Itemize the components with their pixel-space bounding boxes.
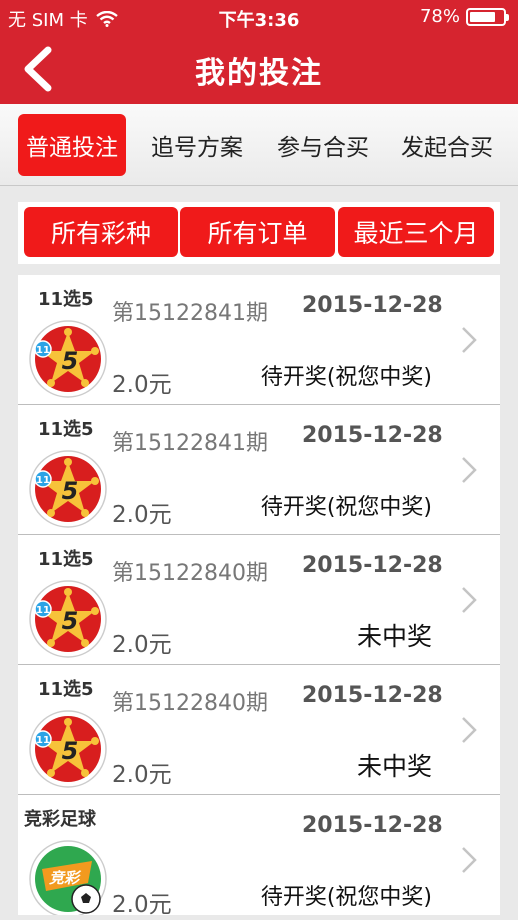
bet-amount: 2.0元 (112, 502, 172, 528)
order-date: 2015-12-28 (302, 293, 443, 318)
battery-icon (466, 7, 509, 26)
bet-amount: 2.0元 (112, 762, 172, 788)
order-row[interactable]: 11选5 第15122840期 2015-12-28 11 5 2.0元 未中奖 (18, 665, 500, 795)
issue-number: 第15122840期 (112, 691, 268, 716)
order-date: 2015-12-28 (302, 423, 443, 448)
game-name: 竞彩足球 (24, 809, 96, 830)
order-row[interactable]: 竞彩足球 2015-12-28 竞彩 2.0元 待开奖(祝您中奖) (18, 795, 500, 915)
issue-number: 第15122841期 (112, 301, 268, 326)
chevron-right-icon (462, 327, 477, 353)
tab-start-group-buy[interactable]: 发起合买 (388, 114, 506, 176)
order-status: 未中奖 (356, 622, 432, 651)
bet-amount: 2.0元 (112, 892, 172, 915)
svg-text:5: 5 (62, 347, 79, 375)
game-name: 11选5 (38, 679, 94, 700)
issue-number: 第15122841期 (112, 431, 268, 456)
game-name: 11选5 (38, 289, 94, 310)
jingcai-football-logo-icon: 竞彩 (29, 840, 107, 915)
filter-time-range[interactable]: 最近三个月 (338, 207, 494, 257)
chevron-right-icon (462, 847, 477, 873)
svg-text:11: 11 (36, 475, 50, 486)
order-row[interactable]: 11选5 第15122841期 2015-12-28 11 5 2.0元 待开奖… (18, 405, 500, 535)
order-status: 待开奖(祝您中奖) (260, 365, 432, 390)
order-date: 2015-12-28 (302, 813, 443, 838)
order-status: 未中奖 (356, 752, 432, 781)
svg-text:11: 11 (36, 605, 50, 616)
svg-text:竞彩: 竞彩 (49, 869, 82, 887)
bet-amount: 2.0元 (112, 632, 172, 658)
order-status: 待开奖(祝您中奖) (260, 495, 432, 520)
11x5-logo-icon: 11 5 (29, 450, 107, 528)
filter-bar: 所有彩种 所有订单 最近三个月 (18, 202, 500, 264)
11x5-logo-icon: 11 5 (29, 320, 107, 398)
svg-text:11: 11 (36, 735, 50, 746)
tab-bar: 普通投注 追号方案 参与合买 发起合买 (0, 104, 518, 186)
11x5-logo-icon: 11 5 (29, 580, 107, 658)
top-bar: 无 SIM 卡 下午3:36 78% 我的投注 (0, 0, 518, 104)
chevron-right-icon (462, 457, 477, 483)
order-status: 待开奖(祝您中奖) (260, 885, 432, 910)
chevron-right-icon (462, 717, 477, 743)
page-title: 我的投注 (195, 56, 323, 91)
order-date: 2015-12-28 (302, 553, 443, 578)
battery-percent: 78% (419, 6, 460, 27)
order-row[interactable]: 11选5 第15122840期 2015-12-28 11 5 2.0元 未中奖 (18, 535, 500, 665)
game-name: 11选5 (38, 549, 94, 570)
order-date: 2015-12-28 (302, 683, 443, 708)
chevron-right-icon (462, 587, 477, 613)
order-list: 11选5 第15122841期 2015-12-28 11 5 2.0元 待开奖… (18, 275, 500, 915)
game-name: 11选5 (38, 419, 94, 440)
bet-amount: 2.0元 (112, 372, 172, 398)
svg-text:5: 5 (62, 737, 79, 765)
status-bar: 无 SIM 卡 下午3:36 78% (0, 0, 518, 34)
11x5-logo-icon: 11 5 (29, 710, 107, 788)
tab-normal-bet[interactable]: 普通投注 (18, 114, 126, 176)
order-row[interactable]: 11选5 第15122841期 2015-12-28 11 5 2.0元 待开奖… (18, 275, 500, 405)
tab-join-group-buy[interactable]: 参与合买 (264, 114, 382, 176)
issue-number: 第15122840期 (112, 561, 268, 586)
svg-text:5: 5 (62, 607, 79, 635)
filter-lottery-type[interactable]: 所有彩种 (24, 207, 178, 257)
tab-chase-plan[interactable]: 追号方案 (138, 114, 256, 176)
svg-text:11: 11 (36, 345, 50, 356)
svg-text:5: 5 (62, 477, 79, 505)
filter-order-type[interactable]: 所有订单 (180, 207, 335, 257)
